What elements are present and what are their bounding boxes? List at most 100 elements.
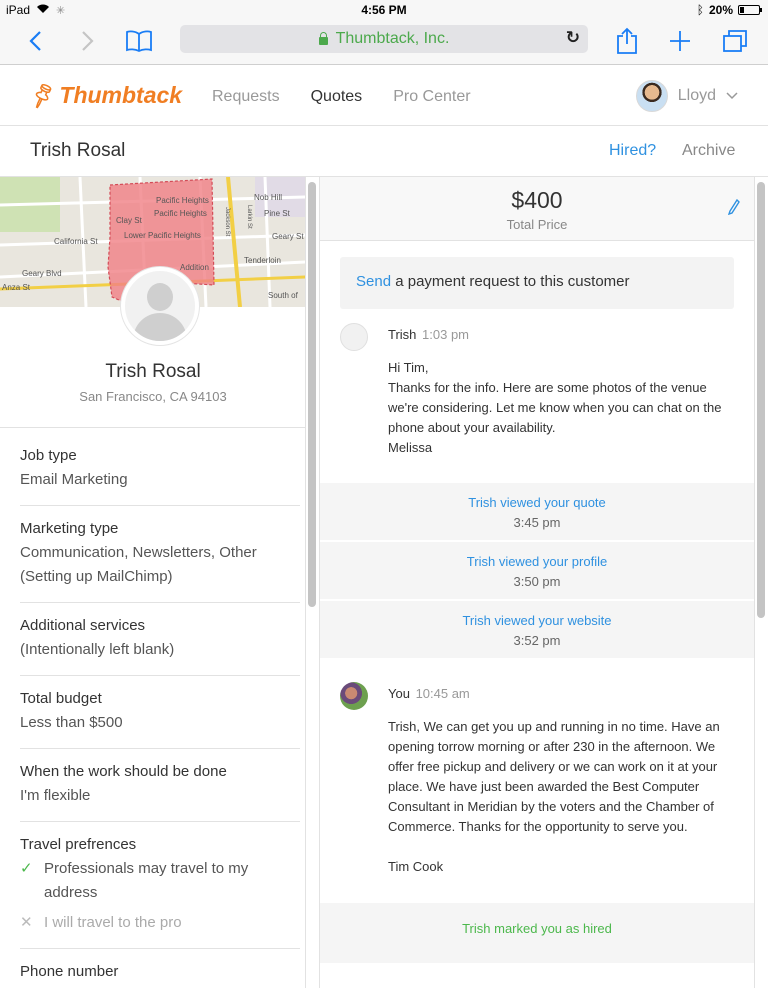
detail-total-budget: Total budget Less than $500 — [20, 690, 300, 749]
plus-icon — [670, 31, 690, 51]
event-title[interactable]: Trish viewed your quote — [320, 495, 754, 510]
user-menu[interactable]: Lloyd — [635, 80, 738, 112]
detail-label: Additional services — [20, 617, 146, 634]
conversation-panel: $400 Total Price Send a payment request … — [319, 177, 755, 988]
event-title: Trish marked you as hired — [462, 921, 612, 936]
customer-avatar — [121, 267, 199, 345]
map-label-nob-hill: Nob Hill — [254, 193, 282, 202]
app-header: 📌︎ Thumbtack Requests Quotes Pro Center … — [0, 66, 768, 126]
customer-name: Trish Rosal — [105, 361, 201, 382]
detail-label: Travel prefrences — [20, 836, 137, 853]
detail-label: Total budget — [20, 690, 102, 707]
map-label-lower-pacific-heights: Lower Pacific Heights — [124, 231, 201, 240]
detail-value: (Intentionally left blank) — [20, 641, 175, 658]
quote-price: $400 — [511, 187, 563, 213]
detail-job-type: Job type Email Marketing — [20, 447, 300, 506]
new-tab-button[interactable] — [663, 26, 697, 56]
detail-value: Communication, Newsletters, Other (Setti… — [20, 544, 257, 585]
right-scrollbar[interactable] — [757, 182, 765, 618]
status-bar: iPad ✳ 4:56 PM ᛒ 20% — [0, 0, 768, 20]
send-payment-link[interactable]: Send — [356, 273, 391, 290]
detail-marketing-type: Marketing type Communication, Newsletter… — [20, 520, 300, 603]
lock-icon — [318, 32, 328, 45]
event-viewed-profile: Trish viewed your profile 3:50 pm — [320, 542, 754, 601]
event-title[interactable]: Trish viewed your website — [320, 613, 754, 628]
user-avatar — [635, 80, 668, 112]
detail-value: I'm flexible — [20, 787, 91, 804]
map-label-geary-blvd: Geary Blvd — [22, 269, 62, 278]
message-time: 10:45 am — [415, 686, 470, 701]
forward-button[interactable] — [71, 26, 105, 56]
message-time: 1:03 pm — [422, 327, 470, 342]
map-label-south-of: South of — [268, 291, 299, 300]
message-you: You 10:45 am Trish, We can get you up an… — [320, 660, 754, 877]
user-name: Lloyd — [677, 87, 716, 104]
avatar — [340, 682, 368, 710]
thumbtack-logo[interactable]: 📌︎ Thumbtack — [27, 81, 182, 110]
detail-value: Email Marketing — [20, 471, 128, 488]
archive-link[interactable]: Archive — [682, 142, 735, 160]
back-button[interactable] — [18, 26, 52, 56]
detail-label: Job type — [20, 447, 77, 464]
quote-price-label: Total Price — [506, 217, 568, 232]
share-button[interactable] — [610, 26, 644, 56]
quote-header: Trish Rosal Hired? Archive — [0, 126, 768, 177]
customer-panel: Pacific Heights Pacific Heights Lower Pa… — [0, 177, 306, 988]
page-title: Trish Rosal — [30, 140, 126, 161]
browser-toolbar: Thumbtack, Inc. ↻ — [0, 20, 768, 65]
chevron-right-icon — [82, 31, 94, 51]
clock: 4:56 PM — [361, 3, 407, 17]
detail-timing: When the work should be done I'm flexibl… — [20, 763, 300, 822]
message-body: Hi Tim, Thanks for the info. Here are so… — [388, 360, 722, 455]
address-text: Thumbtack, Inc. — [335, 30, 450, 47]
reload-icon[interactable]: ↻ — [566, 28, 580, 48]
map-label-anza-st: Anza St — [2, 283, 31, 292]
detail-additional-services: Additional services (Intentionally left … — [20, 617, 300, 676]
map-label-pacific-heights-1: Pacific Heights — [156, 196, 209, 205]
left-scrollbar[interactable] — [308, 182, 316, 607]
activity-events: Trish viewed your quote 3:45 pm Trish vi… — [320, 483, 754, 660]
detail-travel: Travel prefrences ✓ Professionals may tr… — [20, 836, 300, 949]
event-viewed-website: Trish viewed your website 3:52 pm — [320, 601, 754, 660]
pin-icon: 📌︎ — [27, 81, 59, 111]
check-icon: ✓ — [20, 860, 33, 877]
event-title[interactable]: Trish viewed your profile — [320, 554, 754, 569]
event-time: 3:50 pm — [513, 574, 561, 589]
event-viewed-quote: Trish viewed your quote 3:45 pm — [320, 483, 754, 542]
chevron-down-icon — [726, 89, 738, 103]
bookmarks-button[interactable] — [122, 26, 156, 56]
detail-label: Phone number — [20, 963, 119, 980]
map-label-geary-st: Geary St — [272, 232, 304, 241]
detail-label: When the work should be done — [20, 763, 227, 780]
event-time: 3:45 pm — [513, 515, 561, 530]
nav-quotes[interactable]: Quotes — [311, 88, 363, 106]
event-time: 3:52 pm — [513, 633, 561, 648]
map-label-larkin-st: Larkin St — [246, 205, 252, 229]
edit-price-icon[interactable] — [727, 198, 740, 220]
chevron-left-icon — [29, 31, 41, 51]
address-bar[interactable]: Thumbtack, Inc. ↻ — [180, 25, 588, 53]
avatar — [340, 323, 368, 351]
bluetooth-icon: ᛒ — [696, 3, 704, 17]
map-label-addition: Addition — [180, 263, 209, 272]
tabs-button[interactable] — [718, 26, 752, 56]
divider — [0, 427, 305, 428]
detail-label: Marketing type — [20, 520, 119, 537]
message-sender: Trish — [388, 327, 417, 342]
share-icon — [617, 27, 637, 54]
cross-icon: ✕ — [20, 914, 33, 931]
battery-icon — [738, 5, 762, 15]
customer-location: San Francisco, CA 94103 — [79, 389, 227, 404]
price-bar: $400 Total Price — [320, 177, 754, 241]
map-label-pine-st: Pine St — [264, 209, 291, 218]
travel-option-yes: ✓ Professionals may travel to my address — [20, 857, 300, 905]
hired-link[interactable]: Hired? — [609, 142, 656, 160]
message-sender: You — [388, 686, 410, 701]
map-label-tenderloin: Tenderloin — [244, 256, 281, 265]
detail-value: Less than $500 — [20, 714, 123, 731]
nav-requests[interactable]: Requests — [212, 88, 280, 106]
travel-option-no: ✕ I will travel to the pro — [20, 911, 300, 935]
message-body: Trish, We can get you up and running in … — [388, 719, 720, 874]
nav-pro-center[interactable]: Pro Center — [393, 88, 470, 106]
event-hired: Trish marked you as hired — [320, 903, 754, 963]
